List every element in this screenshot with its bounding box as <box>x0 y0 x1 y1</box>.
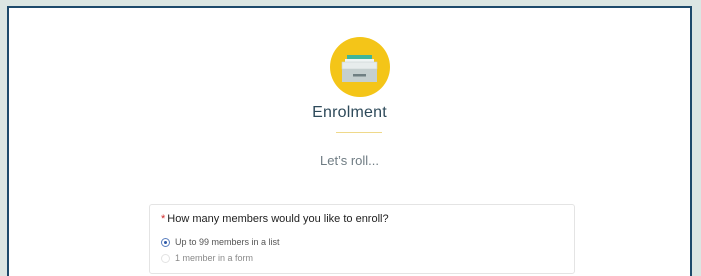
enrolment-question-card: * How many members would you like to enro… <box>149 204 575 274</box>
title-divider <box>336 132 382 133</box>
page-subtitle: Let’s roll... <box>319 153 379 168</box>
radio-button-selected[interactable] <box>161 237 170 247</box>
option-1-member[interactable]: 1 member in a form <box>161 251 253 265</box>
radio-button-unselected[interactable] <box>161 253 170 263</box>
enrolment-page: Enrolment Let’s roll... * How many member… <box>7 6 692 276</box>
option-label: Up to 99 members in a list <box>175 237 280 247</box>
option-label: 1 member in a form <box>175 253 254 263</box>
page-title: Enrolment <box>312 104 387 121</box>
required-marker: * <box>161 213 166 225</box>
option-up-to-99-members[interactable]: Up to 99 members in a list <box>161 235 280 249</box>
question-label: * How many members would you like to enro… <box>161 213 389 225</box>
inbox-tray-icon <box>341 55 378 82</box>
question-text: How many members would you like to enrol… <box>167 213 389 225</box>
enrolment-logo <box>330 37 390 97</box>
